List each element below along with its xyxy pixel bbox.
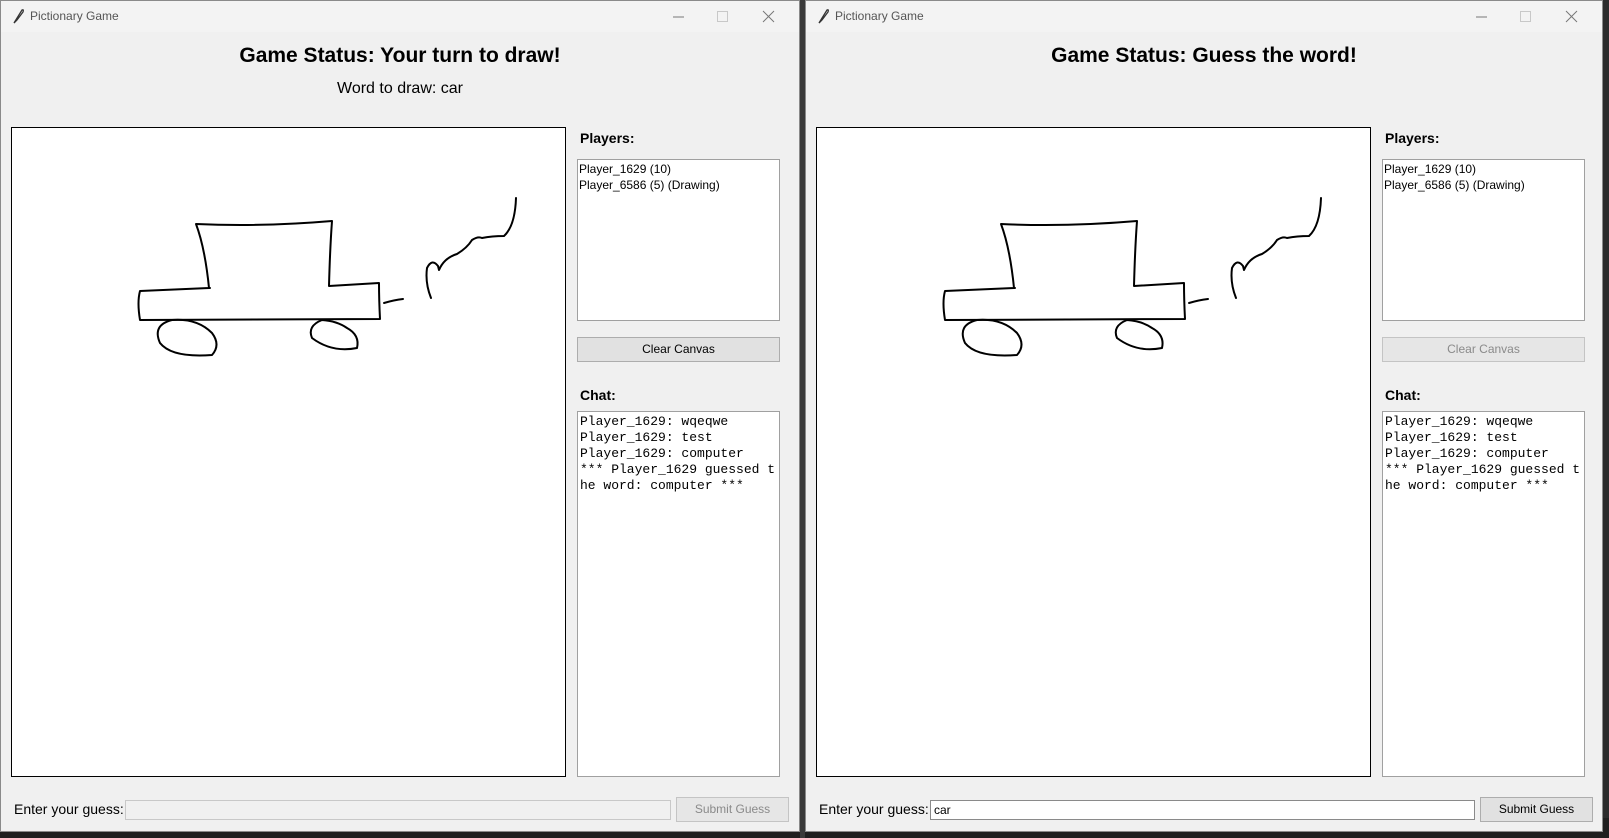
game-status: Game Status: Guess the word! [1051,44,1357,67]
chat-label: Chat: [580,387,616,403]
minimize-button[interactable] [1460,1,1504,32]
chat-message: Player_1629: wqeqwe [580,414,729,429]
feather-icon [818,9,829,24]
player-item[interactable]: Player_6586 (5) (Drawing) [579,177,778,193]
feather-icon [13,9,24,24]
title-bar[interactable]: Pictionary Game [1,1,799,32]
minimize-icon [673,16,684,18]
close-icon [1565,10,1578,23]
window-title: Pictionary Game [835,9,924,23]
chat-message: Player_1629: test [1385,430,1518,445]
clear-canvas-button[interactable]: Clear Canvas [577,337,780,362]
drawing-canvas[interactable] [11,127,566,777]
drawer-window: Pictionary Game Game Status: Your turn t… [0,0,800,832]
maximize-button[interactable] [701,1,745,32]
close-button[interactable] [747,1,791,32]
car-drawing [942,197,1322,357]
window-title: Pictionary Game [30,9,119,23]
guess-label: Enter your guess: [819,801,929,817]
chat-log[interactable]: Player_1629: wqeqwe Player_1629: test Pl… [1382,411,1585,777]
submit-guess-button[interactable]: Submit Guess [676,797,789,822]
drawing-canvas[interactable] [816,127,1371,777]
chat-message: Player_1629: test [580,430,713,445]
maximize-icon [717,11,728,22]
players-list[interactable]: Player_1629 (10) Player_6586 (5) (Drawin… [1382,159,1585,321]
word-to-draw: Word to draw: car [337,80,463,97]
chat-log[interactable]: Player_1629: wqeqwe Player_1629: test Pl… [577,411,780,777]
players-label: Players: [580,130,635,146]
player-item[interactable]: Player_6586 (5) (Drawing) [1384,177,1583,193]
chat-message: Player_1629: wqeqwe [1385,414,1534,429]
close-button[interactable] [1550,1,1594,32]
maximize-icon [1520,11,1531,22]
guess-input[interactable] [125,800,671,820]
chat-message: Player_1629: computer [580,446,744,461]
minimize-button[interactable] [657,1,701,32]
chat-label: Chat: [1385,387,1421,403]
close-icon [762,10,775,23]
clear-canvas-button[interactable]: Clear Canvas [1382,337,1585,362]
players-label: Players: [1385,130,1440,146]
car-drawing [137,197,517,357]
game-status: Game Status: Your turn to draw! [239,44,561,67]
guesser-window: Pictionary Game Game Status: Guess the w… [805,0,1603,832]
chat-message: Player_1629: computer [1385,446,1549,461]
players-list[interactable]: Player_1629 (10) Player_6586 (5) (Drawin… [577,159,780,321]
maximize-button[interactable] [1504,1,1548,32]
chat-message: *** Player_1629 guessed the word: comput… [580,462,776,493]
minimize-icon [1476,16,1487,18]
chat-message: *** Player_1629 guessed the word: comput… [1385,462,1581,493]
guess-input[interactable] [930,800,1475,820]
player-item[interactable]: Player_1629 (10) [1384,161,1583,177]
guess-label: Enter your guess: [14,801,124,817]
title-bar[interactable]: Pictionary Game [806,1,1602,32]
player-item[interactable]: Player_1629 (10) [579,161,778,177]
submit-guess-button[interactable]: Submit Guess [1480,797,1593,822]
